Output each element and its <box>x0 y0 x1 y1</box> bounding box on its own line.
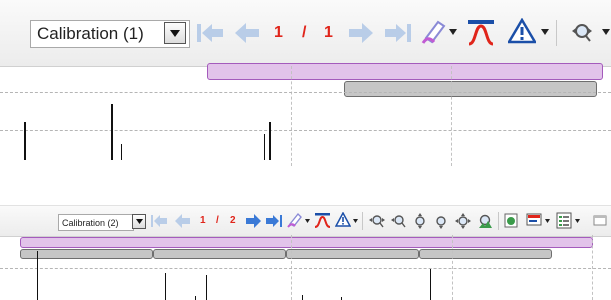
spectrum-peak <box>111 104 113 160</box>
last-page-icon[interactable] <box>384 22 412 44</box>
last-page-icon[interactable] <box>266 214 282 228</box>
highlighter-icon[interactable] <box>420 18 448 46</box>
spectrum-peak <box>37 251 38 300</box>
chevron-down-icon[interactable] <box>545 219 550 223</box>
peak-shape-icon[interactable] <box>314 212 331 228</box>
current-page-number[interactable]: 1 <box>200 215 206 226</box>
chevron-down-icon[interactable] <box>541 29 549 35</box>
spectrum-peak <box>121 144 122 160</box>
toolbar-separator <box>556 20 557 46</box>
spectrum-peak <box>269 122 271 160</box>
chevron-down-icon[interactable] <box>575 219 580 223</box>
peak-shape-icon[interactable] <box>466 18 496 46</box>
grid-line-vertical <box>451 66 452 166</box>
grid-line-vertical <box>291 66 292 166</box>
spectrum-plot-2 <box>0 235 611 300</box>
list-view-icon[interactable] <box>556 212 572 229</box>
chevron-down-icon[interactable] <box>602 29 610 35</box>
chevron-down-icon[interactable] <box>449 29 457 35</box>
warning-triangle-icon[interactable] <box>335 212 351 227</box>
display-options-icon[interactable] <box>526 212 543 229</box>
zoom-peak-icon[interactable] <box>476 212 494 230</box>
chevron-down-icon <box>170 29 180 37</box>
highlighter-icon[interactable] <box>287 212 303 228</box>
first-page-icon[interactable] <box>196 22 224 44</box>
chevron-down-icon[interactable] <box>353 219 358 223</box>
export-icon[interactable] <box>503 212 520 229</box>
calibration-toolbar-2: Calibration (2) 1 / 2 <box>0 205 611 237</box>
spectrum-peak <box>165 273 166 300</box>
zoom-out-vertical-icon[interactable] <box>434 212 449 230</box>
spectrum-peak <box>24 122 26 160</box>
grid-line-horizontal <box>0 130 611 131</box>
grid-line-horizontal <box>0 92 611 93</box>
zoom-out-horizontal-icon[interactable] <box>390 213 408 229</box>
calibration-toolbar-1: Calibration (1) 1 / 1 <box>0 0 611 67</box>
grid-line-horizontal <box>0 268 611 269</box>
zoom-tool-icon[interactable] <box>570 20 596 44</box>
spectrum-peak <box>430 269 431 300</box>
total-pages: 1 <box>324 24 333 41</box>
calibration-dropdown-button[interactable] <box>164 22 186 44</box>
spectrum-peak <box>264 134 265 160</box>
current-page-number[interactable]: 1 <box>274 24 283 42</box>
toolbar-separator <box>498 212 499 230</box>
page-separator: / <box>302 24 307 41</box>
zoom-vertical-icon[interactable] <box>413 212 428 230</box>
chevron-down-icon <box>135 219 143 224</box>
page-separator: / <box>216 215 219 226</box>
spectrum-peak <box>302 295 303 300</box>
first-page-icon[interactable] <box>151 214 167 228</box>
chevron-down-icon[interactable] <box>305 219 310 223</box>
zoom-horizontal-icon[interactable] <box>368 213 386 229</box>
next-page-icon[interactable] <box>348 22 374 44</box>
toolbar-separator <box>362 212 363 230</box>
spectrum-peak <box>206 275 207 300</box>
next-page-icon[interactable] <box>246 214 261 228</box>
previous-page-icon[interactable] <box>175 214 190 228</box>
calibration-selector[interactable]: Calibration (2) <box>58 214 134 231</box>
calibration-selector-value: Calibration (1) <box>37 24 144 43</box>
zoom-all-icon[interactable] <box>454 212 472 230</box>
warning-triangle-icon[interactable] <box>508 18 536 44</box>
calibration-selector-value: Calibration (2) <box>62 217 119 228</box>
spectrum-plot-1 <box>0 66 611 186</box>
window-icon[interactable] <box>593 214 607 227</box>
spectrum-peak <box>195 296 196 300</box>
previous-page-icon[interactable] <box>234 22 260 44</box>
calibration-dropdown-button[interactable] <box>132 214 146 229</box>
total-pages: 2 <box>230 215 236 226</box>
